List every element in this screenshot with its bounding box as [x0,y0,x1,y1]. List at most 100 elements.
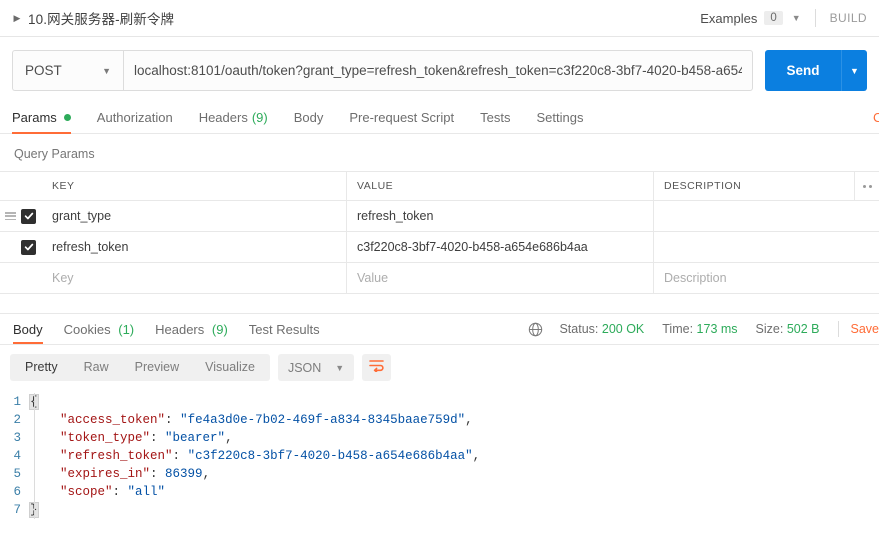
response-tab-cookies-count: (1) [118,322,135,337]
chevron-down-icon: ▼ [335,362,345,373]
param-description-input[interactable] [654,201,879,231]
collapse-caret-icon[interactable]: ▶ [10,11,24,25]
table-row[interactable]: grant_type refresh_token [0,201,879,232]
time-label-text: Time: [662,322,694,336]
param-description-input[interactable] [654,232,879,262]
line-number: 3 [13,431,21,445]
code-line: "expires_in": 86399, [60,467,211,481]
row-controls [0,232,42,262]
line-number: 4 [13,449,21,463]
request-tabs: Params Authorization Headers (9) Body Pr… [0,104,879,134]
row-controls [0,263,42,293]
drag-handle-icon[interactable] [5,212,16,220]
divider [837,321,839,337]
request-title: 10.网关服务器-刷新令牌 [28,12,175,27]
http-method-select[interactable]: POST ▼ [12,50,123,91]
param-key-input[interactable]: refresh_token [42,232,347,262]
tab-authorization[interactable]: Authorization [97,110,173,133]
json-code-lines: { "access_token": "fe4a3d0e-7b02-469f-a8… [29,393,879,519]
response-meta: Status: 200 OK Time: 173 ms Size: 502 B … [528,321,879,344]
send-button-group: Send ▼ [765,50,867,91]
send-button[interactable]: Send [765,50,841,91]
response-header: Body Cookies (1) Headers (9) Test Result… [0,314,879,345]
column-header-value: VALUE [347,172,654,200]
response-pane-divider[interactable] [0,294,879,314]
line-number-gutter: 1 2 3 4 5 6 7 [0,393,30,519]
response-view-segment: Pretty Raw Preview Visualize [10,354,270,381]
table-row[interactable]: refresh_token c3f220c8-3bf7-4020-b458-a6… [0,232,879,263]
build-button[interactable]: BUILD [830,11,867,25]
code-line: "access_token": "fe4a3d0e-7b02-469f-a834… [60,413,473,427]
view-preview-button[interactable]: Preview [122,354,192,381]
http-method-value: POST [25,63,62,78]
code-line: "scope": "all" [60,485,166,499]
row-checkbox[interactable] [21,239,36,255]
response-body-viewer[interactable]: 1 2 3 4 5 6 7 { "access_token": "fe4a3d0… [0,389,879,519]
response-tab-headers[interactable]: Headers (9) [148,322,235,344]
indent-guide [34,393,35,519]
code-line: "token_type": "bearer", [60,431,233,445]
response-format-toolbar: Pretty Raw Preview Visualize JSON ▼ [0,345,879,389]
new-param-key-input[interactable]: Key [42,263,347,293]
column-header-key: KEY [42,172,347,200]
tab-pre-request-script-label: Pre-request Script [349,110,455,125]
tab-headers[interactable]: Headers (9) [199,110,268,133]
more-options-icon [862,184,872,188]
save-response-button[interactable]: Save [851,322,879,336]
line-number: 1 [13,395,21,409]
bulk-edit-menu-button[interactable] [854,172,879,200]
json-value: "c3f220c8-3bf7-4020-b458-a654e686b4aa" [187,449,473,463]
code-line: { [29,393,879,411]
status-value: 200 OK [601,322,645,336]
json-value: 86399 [165,467,203,481]
new-param-value-input[interactable]: Value [347,263,654,293]
response-tab-headers-count: (9) [211,322,228,337]
time-value: 173 ms [696,322,738,336]
view-pretty-button[interactable]: Pretty [12,354,71,381]
size-value: 502 B [786,322,820,336]
response-language-value: JSON [287,360,322,375]
code-line: } [29,501,879,519]
tab-headers-label: Headers [198,110,248,125]
divider [814,9,816,27]
view-visualize-button[interactable]: Visualize [192,354,268,381]
param-value-input[interactable]: c3f220c8-3bf7-4020-b458-a654e686b4aa [347,232,654,262]
tab-params[interactable]: Params [12,110,71,134]
globe-icon[interactable] [528,322,543,337]
size-label: Size: 502 B [756,322,820,336]
cookies-link-clipped[interactable]: C [873,110,879,125]
line-number: 7 [13,503,21,517]
response-tab-test-results-label: Test Results [248,322,320,337]
param-value-input[interactable]: refresh_token [347,201,654,231]
column-header-description: DESCRIPTION [664,180,742,192]
url-input[interactable]: localhost:8101/oauth/token?grant_type=re… [123,50,753,91]
word-wrap-toggle-button[interactable] [362,354,392,381]
tab-headers-count: (9) [251,110,268,125]
examples-label[interactable]: Examples [700,11,757,26]
tab-pre-request-script[interactable]: Pre-request Script [349,110,454,133]
tab-tests[interactable]: Tests [480,110,510,133]
json-key: "refresh_token" [60,449,173,463]
row-checkbox[interactable] [21,208,36,224]
tab-settings[interactable]: Settings [536,110,583,133]
table-row-empty[interactable]: Key Value Description [0,263,879,294]
json-value: "bearer" [165,431,226,445]
header-checkbox-cell [0,172,42,200]
line-number: 5 [13,467,21,481]
examples-count-badge: 0 [764,11,783,25]
new-param-description-input[interactable]: Description [654,263,879,293]
json-key: "token_type" [60,431,151,445]
response-tab-cookies-label: Cookies [63,322,111,337]
response-tab-body[interactable]: Body [6,322,50,344]
response-language-select[interactable]: JSON ▼ [277,354,355,381]
response-tab-test-results[interactable]: Test Results [242,322,327,344]
view-raw-button[interactable]: Raw [71,354,122,381]
tab-body[interactable]: Body [294,110,324,133]
response-tab-body-label: Body [13,322,43,337]
json-key: "expires_in" [60,467,151,481]
json-key: "scope" [60,485,113,499]
send-options-caret-icon[interactable]: ▼ [841,50,867,91]
response-tab-cookies[interactable]: Cookies (1) [57,322,141,344]
chevron-down-icon[interactable]: ▼ [792,13,801,23]
param-key-input[interactable]: grant_type [42,201,347,231]
